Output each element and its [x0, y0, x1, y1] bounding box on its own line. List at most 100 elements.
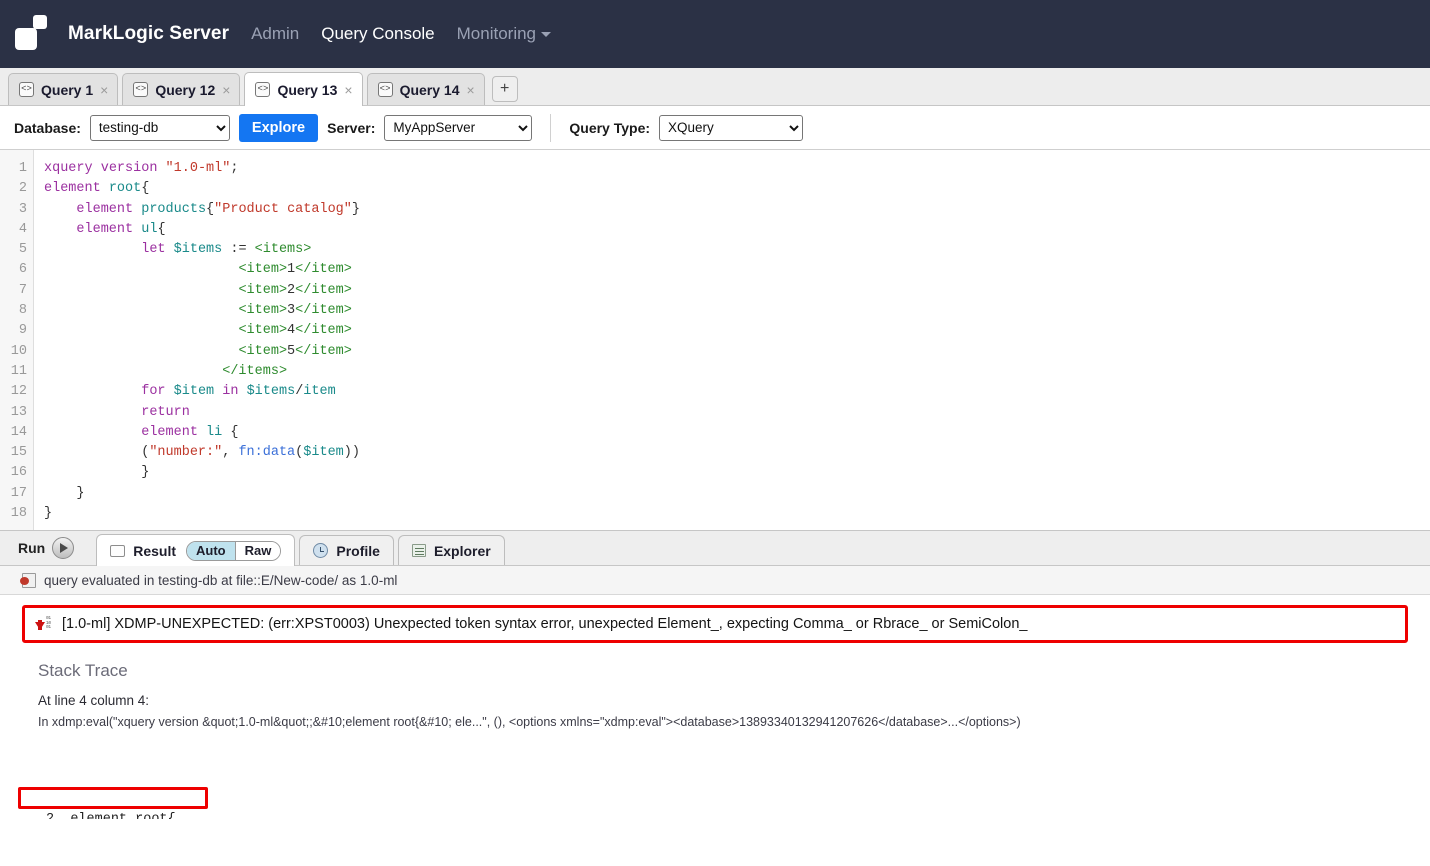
query-tab-1[interactable]: <> Query 1 ×: [8, 73, 119, 105]
code-icon: <>: [19, 82, 34, 97]
run-button[interactable]: Run: [18, 537, 96, 565]
close-icon[interactable]: ×: [467, 83, 475, 97]
query-tab-14[interactable]: <> Query 14 ×: [366, 73, 485, 105]
close-icon[interactable]: ×: [344, 83, 352, 97]
tab-explorer[interactable]: Explorer: [397, 535, 505, 565]
code-token: "number:": [149, 445, 223, 461]
editor-code-line: element ul{: [44, 220, 1430, 240]
editor-line-number: 13: [10, 404, 27, 420]
code-token: <item>: [238, 282, 288, 298]
document-icon: [411, 544, 426, 557]
tab-profile[interactable]: Profile: [299, 535, 394, 565]
tab-result-label: Result: [133, 542, 177, 559]
editor-line-number: 14: [10, 424, 27, 440]
code-token: 1: [287, 262, 296, 278]
editor-line-number: 16: [10, 465, 27, 481]
code-token: 2: [287, 282, 296, 298]
tab-explorer-label: Explorer: [433, 542, 491, 559]
code-token: )): [343, 445, 360, 461]
nav-item-query-console[interactable]: Query Console: [321, 24, 434, 44]
error-message-box: 01 10 01 [1.0-ml] XDMP-UNEXPECTED: (err:XP…: [22, 605, 1408, 643]
editor-code-line: <item>3</item>: [44, 301, 1430, 321]
code-token: {: [206, 201, 215, 217]
code-token: $items: [246, 384, 296, 400]
editor-code-line: element products{"Product catalog"}: [44, 200, 1430, 220]
stack-trace-location: At line 4 column 4:: [38, 693, 150, 708]
code-token: ;: [230, 161, 239, 176]
code-token: {: [157, 221, 166, 237]
query-status-bar: query evaluated in testing-db at file::E…: [0, 566, 1430, 595]
play-icon[interactable]: [52, 537, 75, 559]
editor-code-line: let $items := <items>: [44, 240, 1430, 260]
add-query-tab-button[interactable]: +: [491, 76, 518, 102]
query-type-label: Query Type:: [569, 119, 651, 136]
format-toggle: Auto Raw: [186, 540, 282, 561]
nav-item-admin[interactable]: Admin: [251, 24, 299, 44]
code-token: element: [44, 181, 101, 197]
close-icon[interactable]: ×: [100, 83, 108, 97]
server-select[interactable]: MyAppServer: [384, 114, 533, 141]
error-line-highlight-box: [18, 787, 208, 809]
query-editor[interactable]: 1 2 3 4 5 6 7 8 9 10 11 12 13 14 15 16 17 18 xquery versi…: [0, 150, 1430, 530]
query-tab-13[interactable]: <> Query 13 ×: [244, 72, 363, 106]
code-token: {: [222, 424, 239, 440]
editor-line-number: 6: [18, 262, 27, 278]
editor-line-number: 1: [18, 161, 27, 176]
result-icon: [110, 544, 126, 557]
nav-item-monitoring-label: Monitoring: [456, 24, 537, 43]
query-toolbar: Database: testing-db Explore Server: MyA…: [0, 106, 1430, 150]
query-type-select[interactable]: XQuery: [659, 114, 804, 141]
code-token: <item>: [238, 303, 288, 319]
stack-trace-code-line: 2. element root{: [46, 810, 1430, 819]
editor-code-line: }: [44, 463, 1430, 483]
editor-code-line: <item>5</item>: [44, 342, 1430, 362]
code-token: </item>: [295, 303, 352, 319]
editor-line-number: 17: [10, 485, 27, 501]
clock-icon: [313, 543, 329, 558]
explore-button[interactable]: Explore: [238, 113, 319, 142]
database-select[interactable]: testing-db: [89, 114, 230, 141]
query-tab-12[interactable]: <> Query 12 ×: [122, 73, 241, 105]
query-tab-label: Query 13: [277, 81, 338, 98]
code-token: </item>: [295, 262, 352, 278]
status-text: query evaluated in testing-db at file::E…: [44, 572, 398, 588]
close-icon[interactable]: ×: [222, 83, 230, 97]
query-tab-label: Query 1: [41, 81, 94, 98]
editor-line-number: 2: [18, 181, 27, 197]
code-icon: <>: [377, 82, 393, 97]
code-token: products: [141, 201, 207, 217]
format-option-auto[interactable]: Auto: [187, 541, 235, 560]
editor-line-number: 10: [10, 343, 27, 359]
stack-trace-heading: Stack Trace: [38, 661, 128, 680]
code-token: li: [206, 424, 223, 440]
code-icon: <>: [133, 82, 149, 97]
stack-trace-eval-line: In xdmp:eval("xquery version &quot;1.0-m…: [38, 715, 1021, 729]
editor-code-line: element root{: [44, 179, 1430, 199]
query-tab-label: Query 14: [399, 81, 460, 98]
result-toolbar: Run Result Auto Raw Profile Explorer: [0, 530, 1430, 566]
code-token: element: [76, 221, 134, 237]
code-token: }: [351, 201, 360, 217]
run-label: Run: [18, 540, 46, 556]
code-token: ul: [141, 221, 158, 237]
editor-line-number: 7: [18, 282, 27, 298]
app-header: MarkLogic Server Admin Query Console Mon…: [0, 0, 1430, 68]
error-message-text: [1.0-ml] XDMP-UNEXPECTED: (err:XPST0003)…: [62, 616, 1028, 632]
editor-line-number: 5: [18, 242, 27, 258]
code-token: return: [141, 404, 190, 420]
code-token: item: [303, 384, 336, 400]
code-token: </item>: [295, 282, 352, 298]
tab-result[interactable]: Result Auto Raw: [96, 534, 296, 566]
editor-code[interactable]: xquery version "1.0-ml"; element root{ el…: [34, 150, 1430, 530]
stack-trace-code-listing: 2. element root{3. element products{"Pro…: [18, 749, 1430, 819]
format-option-raw[interactable]: Raw: [234, 541, 281, 560]
nav-item-monitoring[interactable]: Monitoring: [456, 24, 552, 44]
code-token: <items>: [254, 242, 312, 258]
